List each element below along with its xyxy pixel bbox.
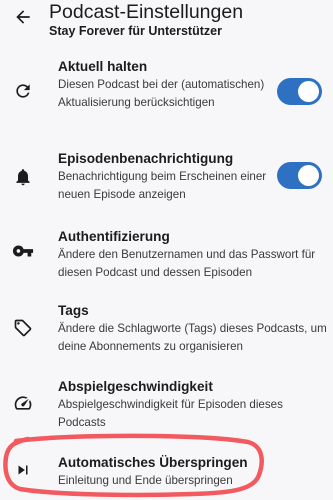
- setting-text: Authentifizierung Ändere den Benutzernam…: [58, 228, 328, 282]
- setting-title: Episodenbenachrichtigung: [58, 151, 234, 166]
- annotation-circle: [3, 433, 264, 498]
- setting-text: Tags Ändere die Schlagworte (Tags) diese…: [58, 302, 328, 356]
- app-bar: Podcast-Einstellungen Stay Forever für U…: [0, 0, 333, 44]
- speedometer-icon: [10, 390, 36, 416]
- setting-text: Aktuell halten Diesen Podcast bei der (a…: [58, 58, 280, 112]
- setting-summary: Abspielgeschwindigkeit für Episoden dies…: [58, 398, 283, 429]
- toggle-knob: [298, 165, 319, 186]
- setting-summary: Ändere die Schlagworte (Tags) dieses Pod…: [58, 322, 327, 353]
- page-subtitle: Stay Forever für Unterstützer: [49, 24, 222, 38]
- setting-summary: Benachrichtigung beim Erscheinen einer n…: [58, 170, 267, 201]
- key-icon: [10, 238, 36, 264]
- back-button[interactable]: [10, 4, 36, 30]
- setting-title: Abspielgeschwindigkeit: [58, 379, 213, 394]
- setting-playback-speed[interactable]: Abspielgeschwindigkeit Abspielgeschwindi…: [0, 378, 333, 432]
- setting-summary: Diesen Podcast bei der (automatischen) A…: [58, 78, 265, 109]
- arrow-left-icon: [16, 10, 30, 24]
- setting-authentication[interactable]: Authentifizierung Ändere den Benutzernam…: [0, 228, 333, 282]
- setting-title: Authentifizierung: [58, 229, 170, 244]
- setting-title: Aktuell halten: [58, 59, 148, 74]
- episode-notification-toggle[interactable]: [277, 162, 322, 189]
- setting-keep-updated[interactable]: Aktuell halten Diesen Podcast bei der (a…: [0, 58, 333, 130]
- setting-text: Episodenbenachrichtigung Benachrichtigun…: [58, 150, 280, 204]
- setting-episode-notification[interactable]: Episodenbenachrichtigung Benachrichtigun…: [0, 150, 333, 204]
- toggle-knob: [298, 81, 319, 102]
- tag-icon: [10, 315, 36, 341]
- page-title: Podcast-Einstellungen: [49, 1, 244, 23]
- setting-summary: Ändere den Benutzernamen und das Passwor…: [58, 248, 316, 279]
- refresh-icon: [10, 78, 36, 104]
- keep-updated-toggle[interactable]: [277, 78, 322, 105]
- bell-icon: [10, 164, 36, 190]
- setting-title: Tags: [58, 303, 89, 318]
- setting-tags[interactable]: Tags Ändere die Schlagworte (Tags) diese…: [0, 302, 333, 356]
- setting-text: Abspielgeschwindigkeit Abspielgeschwindi…: [58, 378, 328, 432]
